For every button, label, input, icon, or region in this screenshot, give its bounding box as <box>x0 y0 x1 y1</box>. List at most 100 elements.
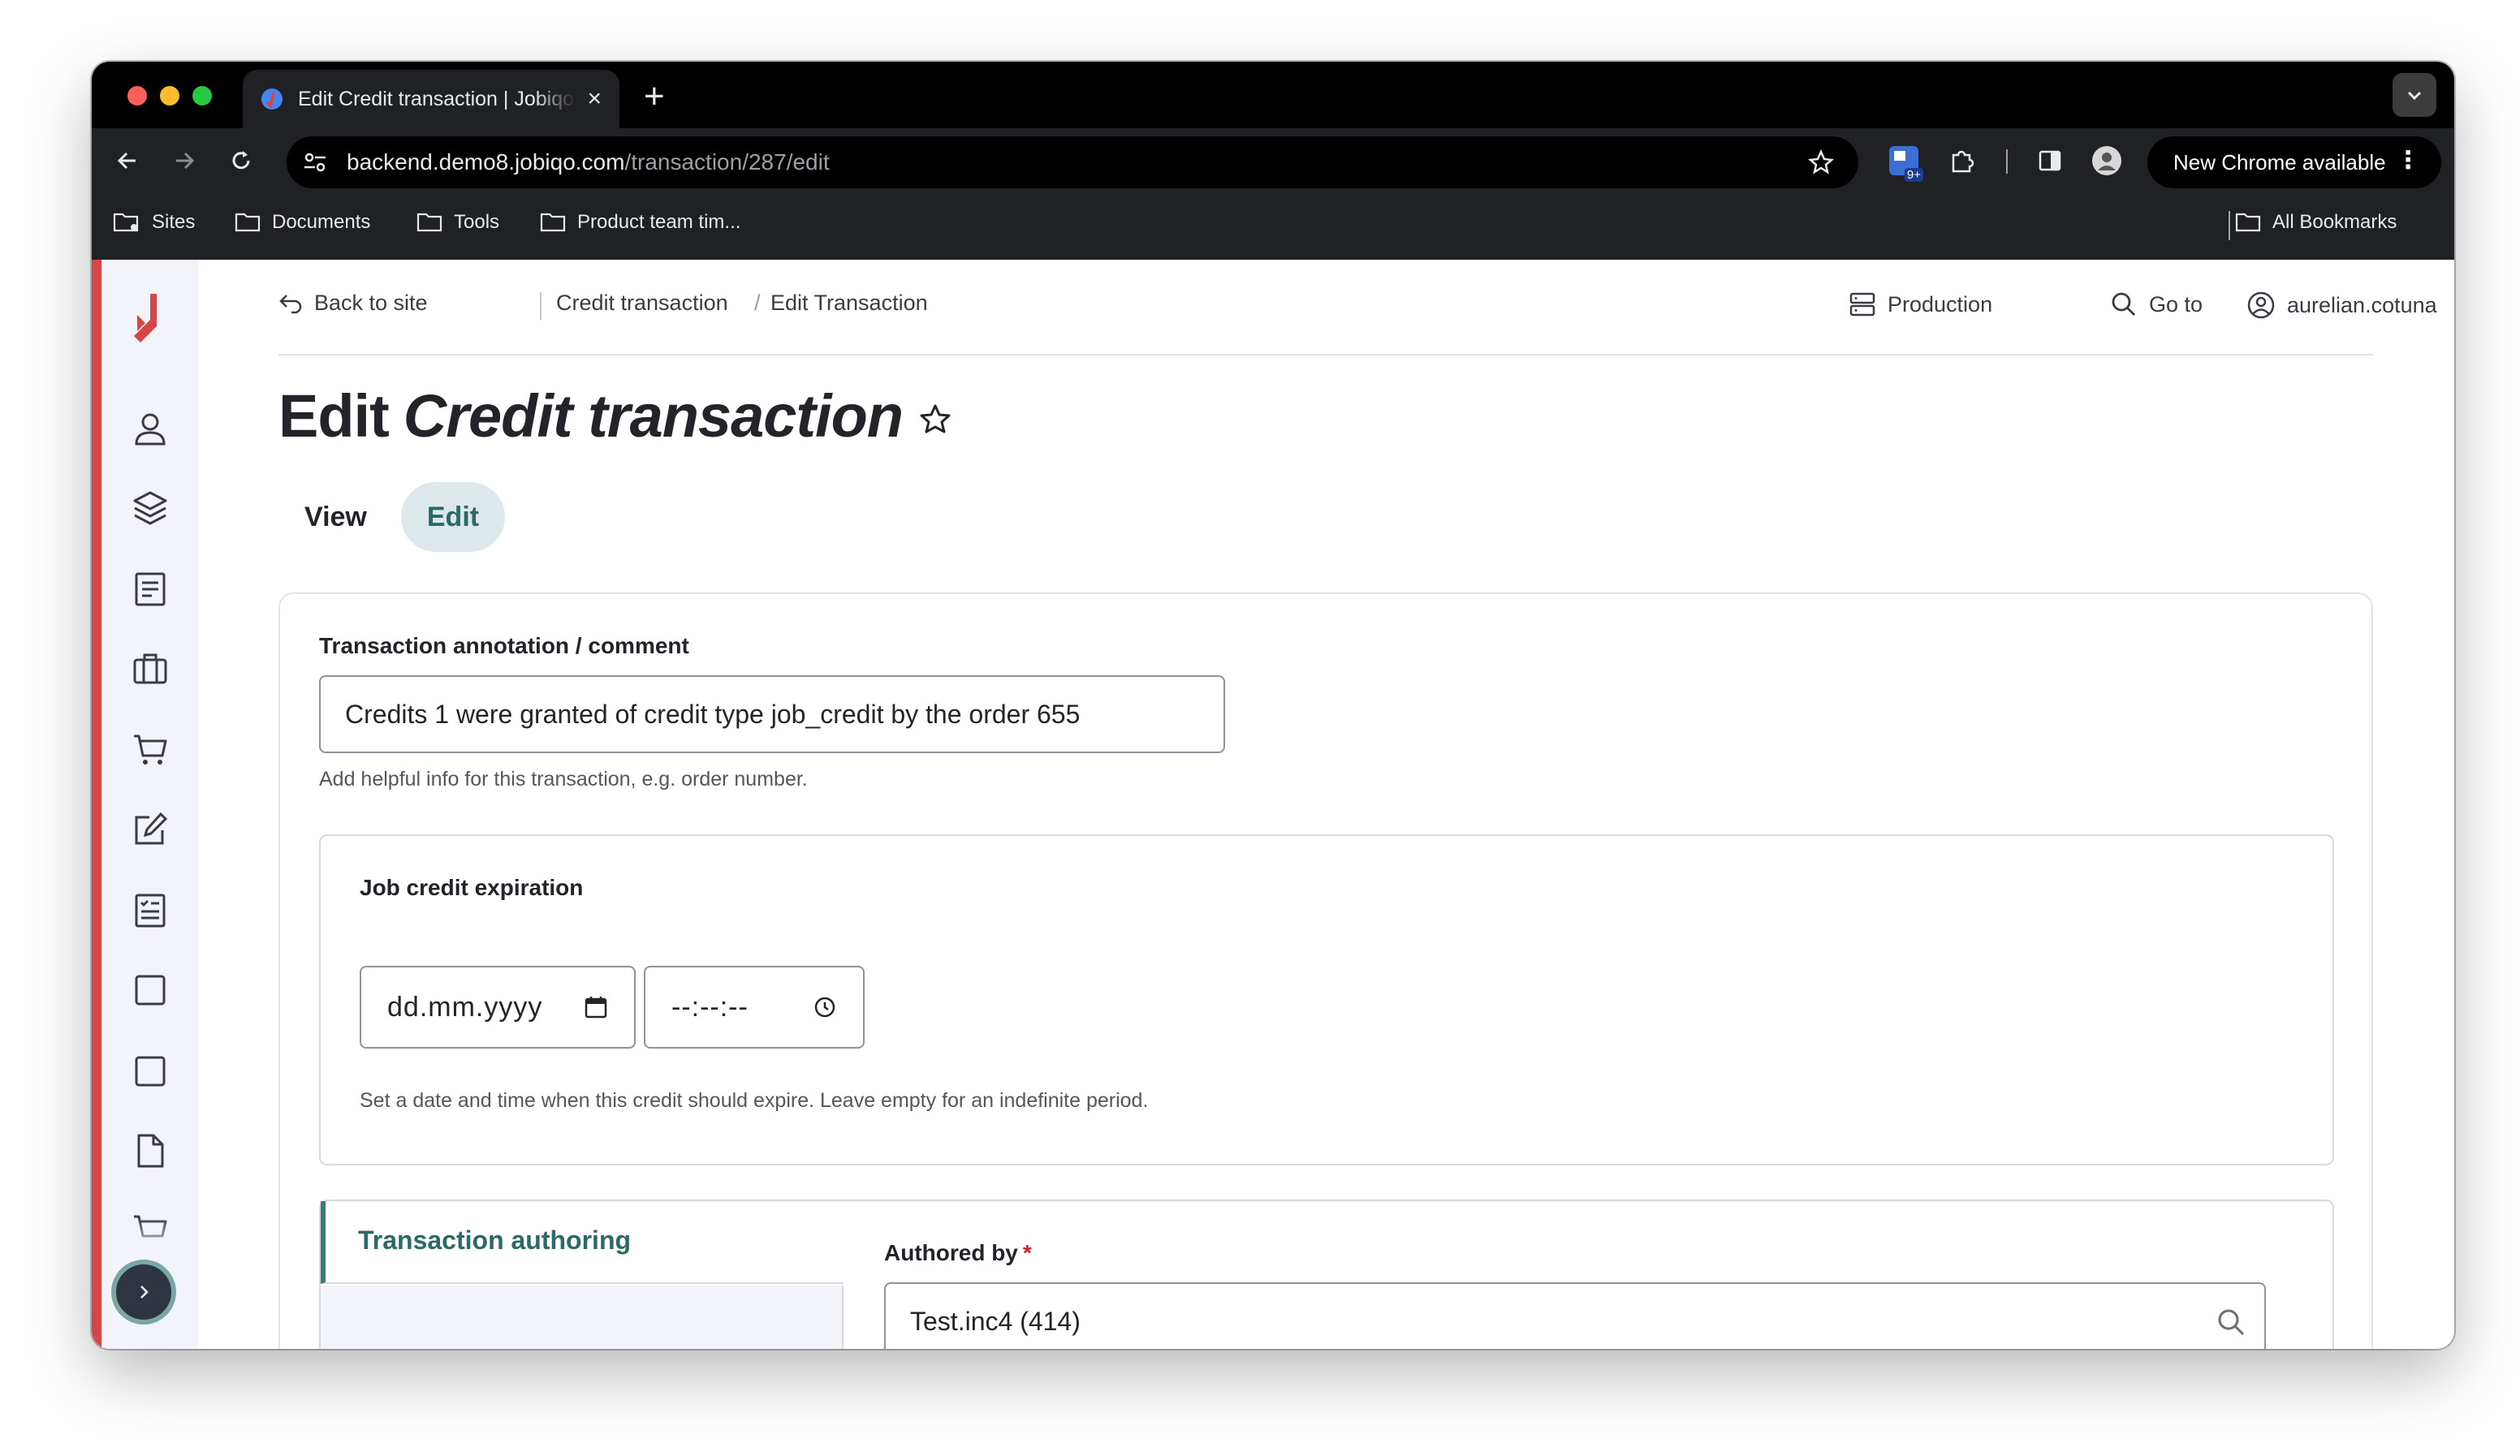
annotation-label: Transaction annotation / comment <box>319 633 689 658</box>
breadcrumb-edit-transaction: Edit Transaction <box>770 291 928 316</box>
user-name: aurelian.cotuna <box>2287 292 2437 317</box>
expiration-fieldset: Job credit expiration dd.mm.yyyy --:--:-… <box>319 834 2334 1165</box>
cart-icon <box>134 734 167 765</box>
folder-icon <box>2235 213 2261 232</box>
authored-by-label: Authored by * <box>884 1240 1032 1265</box>
folder-icon <box>416 213 442 232</box>
browser-tab-active[interactable]: Edit Credit transaction | Jobiqo × <box>243 70 619 128</box>
document-icon <box>135 572 166 606</box>
authoring-vertical-tab[interactable]: Transaction authoring <box>321 1201 844 1284</box>
server-icon <box>1849 292 1875 317</box>
sidebar-forms[interactable] <box>129 890 171 932</box>
bookmark-label: Product team tim... <box>577 211 741 233</box>
time-placeholder: --:--:-- <box>671 991 749 1023</box>
environment-indicator[interactable]: Production <box>1849 291 1992 318</box>
reload-icon <box>232 151 250 170</box>
authoring-tab-label: Transaction authoring <box>358 1226 632 1255</box>
sidebar-people[interactable] <box>129 407 171 450</box>
all-bookmarks[interactable]: All Bookmarks <box>2235 211 2397 234</box>
bookmark-label: Tools <box>454 211 500 233</box>
authored-by-autocomplete[interactable]: Test.inc4 (414) <box>884 1282 2266 1349</box>
bookmarks-divider <box>2229 211 2230 240</box>
tab-title: Edit Credit transaction | Jobiqo <box>298 87 575 110</box>
sidebar-item-blank-2[interactable] <box>129 1050 171 1092</box>
expiration-time-input[interactable]: --:--:-- <box>644 966 865 1049</box>
date-placeholder: dd.mm.yyyy <box>387 991 543 1023</box>
authoring-section: Transaction authoring Authored by * Test.… <box>319 1200 2334 1349</box>
clock-icon[interactable] <box>813 995 837 1019</box>
bookmark-tools[interactable]: Tools <box>416 211 499 234</box>
return-arrow-icon <box>279 294 302 313</box>
chevron-down-icon <box>2407 91 2422 101</box>
sidebar-structure[interactable] <box>129 487 171 529</box>
sidebar-accent-bar <box>92 260 101 1349</box>
calendar-icon[interactable] <box>584 995 608 1019</box>
page-title-prefix: Edit <box>278 382 390 450</box>
authoring-tab-rail <box>321 1286 844 1349</box>
sidebar-item-blank-1[interactable] <box>129 969 171 1011</box>
address-bar[interactable]: backend.demo8.jobiqo.com/transaction/287… <box>287 136 1858 188</box>
back-button[interactable] <box>111 144 144 177</box>
extension-button[interactable]: 9+ <box>1886 143 1923 182</box>
kebab-menu-icon[interactable]: ⋮ <box>2396 146 2420 174</box>
side-panel-button[interactable] <box>2034 144 2066 177</box>
arrow-right-icon <box>176 152 195 170</box>
reload-button[interactable] <box>225 144 257 177</box>
annotation-help-text: Add helpful info for this transaction, e… <box>319 768 808 790</box>
avatar-icon <box>2092 146 2121 175</box>
extensions-menu-button[interactable] <box>1946 144 1978 177</box>
tab-search-button[interactable] <box>2393 73 2436 117</box>
new-chrome-available-button[interactable]: New Chrome available ⋮ <box>2147 136 2441 188</box>
url-host: backend.demo8.jobiqo.com <box>347 149 625 174</box>
arrow-left-icon <box>117 152 136 170</box>
expiration-date-input[interactable]: dd.mm.yyyy <box>360 966 636 1049</box>
sidebar-content[interactable] <box>129 568 171 610</box>
jobiqo-favicon-icon <box>261 88 283 110</box>
tab-view[interactable]: View <box>278 482 393 552</box>
bookmark-label: Documents <box>272 211 371 233</box>
file-icon <box>137 1134 164 1168</box>
annotation-input[interactable]: Credits 1 were granted of credit type jo… <box>319 675 1225 753</box>
layers-icon <box>133 491 167 525</box>
site-settings-icon[interactable] <box>303 151 327 174</box>
jobiqo-logo-icon[interactable] <box>126 291 168 346</box>
bookmark-label: Sites <box>152 211 196 233</box>
goto-label: Go to <box>2149 291 2203 317</box>
square-icon <box>135 975 166 1006</box>
form-icon <box>135 894 166 928</box>
puzzle-icon <box>1952 150 1974 173</box>
top-bar: Back to site Credit transaction / Edit T… <box>278 291 2437 323</box>
url-path: /transaction/287/edit <box>624 149 830 174</box>
sidebar-files[interactable] <box>129 1130 171 1172</box>
tab-edit[interactable]: Edit <box>400 482 506 552</box>
close-window-button[interactable] <box>127 86 147 106</box>
favorite-star-icon[interactable] <box>919 403 951 435</box>
profile-avatar[interactable] <box>2091 144 2123 177</box>
sidebar-expand-button[interactable] <box>111 1260 176 1325</box>
expiration-legend: Job credit expiration <box>360 875 584 900</box>
bookmark-star-icon[interactable] <box>1808 149 1834 175</box>
sidebar-commerce[interactable] <box>129 729 171 771</box>
back-to-site-link[interactable]: Back to site <box>278 291 428 316</box>
authored-by-value: Test.inc4 (414) <box>910 1306 1081 1336</box>
new-tab-button[interactable]: + <box>644 76 665 117</box>
bookmark-product-team[interactable]: Product team tim... <box>540 211 740 234</box>
bookmark-documents[interactable]: Documents <box>235 211 370 234</box>
goto-button[interactable]: Go to <box>2110 291 2203 318</box>
tab-close-icon[interactable]: × <box>587 85 602 113</box>
sidebar-edit[interactable] <box>129 808 171 851</box>
sidebar-jobs[interactable] <box>129 648 171 690</box>
maximize-window-button[interactable] <box>192 86 212 106</box>
browser-window: Edit Credit transaction | Jobiqo × + bac… <box>92 62 2454 1349</box>
browser-toolbar: backend.demo8.jobiqo.com/transaction/287… <box>92 128 2454 193</box>
forward-button[interactable] <box>168 144 201 177</box>
update-label: New Chrome available <box>2173 149 2386 174</box>
bookmark-sites[interactable]: Sites <box>113 211 195 234</box>
user-menu[interactable]: aurelian.cotuna <box>2246 291 2437 320</box>
folder-icon <box>235 213 261 232</box>
breadcrumb-credit-transaction[interactable]: Credit transaction <box>556 291 728 316</box>
topbar-divider <box>540 292 542 320</box>
environment-label: Production <box>1888 291 1993 317</box>
minimize-window-button[interactable] <box>160 86 179 106</box>
all-bookmarks-label: All Bookmarks <box>2272 211 2397 233</box>
